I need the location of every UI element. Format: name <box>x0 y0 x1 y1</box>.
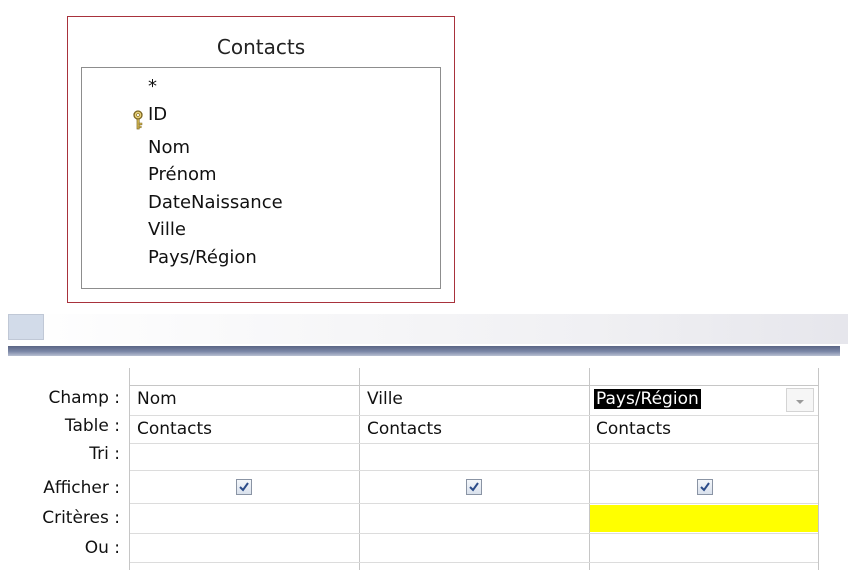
row-label-criteria: Critères : <box>42 508 120 528</box>
col3-show-checkbox[interactable] <box>697 479 713 495</box>
col3-field-dropdown-button[interactable] <box>786 388 814 412</box>
field-datenaissance[interactable]: DateNaissance <box>148 192 283 214</box>
grid-vline <box>129 368 130 570</box>
col3-table-cell[interactable]: Contacts <box>596 418 671 440</box>
field-ville[interactable]: Ville <box>148 219 186 241</box>
field-id[interactable]: ID <box>148 104 167 126</box>
grid-vline <box>818 368 819 570</box>
col1-field-cell[interactable]: Nom <box>137 388 177 410</box>
checkmark-icon <box>700 482 710 492</box>
grid-hline <box>130 385 818 386</box>
grid-vline <box>359 368 360 570</box>
grid-hline <box>130 503 818 504</box>
field-all-star[interactable]: * <box>148 76 157 98</box>
field-pays-region[interactable]: Pays/Région <box>148 247 257 269</box>
contacts-table-window[interactable]: Contacts * ID Nom Prénom DateNaissance V… <box>67 16 455 303</box>
grid-hline <box>130 415 818 416</box>
query-design-grid <box>0 356 848 570</box>
pane-select-button[interactable] <box>8 314 44 340</box>
row-label-sort: Tri : <box>89 444 120 464</box>
checkmark-icon <box>469 482 479 492</box>
col2-table-cell[interactable]: Contacts <box>367 418 442 440</box>
key-icon <box>133 110 143 130</box>
col3-field-cell[interactable]: Pays/Région <box>594 388 701 410</box>
col1-table-cell[interactable]: Contacts <box>137 418 212 440</box>
pane-splitter-bar[interactable] <box>8 346 840 356</box>
grid-hline <box>130 470 818 471</box>
pane-splitter-area <box>0 314 848 344</box>
col3-field-selected-text: Pays/Région <box>594 389 701 409</box>
field-prenom[interactable]: Prénom <box>148 164 217 186</box>
grid-column-selectors[interactable] <box>130 356 818 384</box>
col3-criteria-cell[interactable] <box>590 505 818 532</box>
row-label-show: Afficher : <box>43 478 120 498</box>
col2-field-cell[interactable]: Ville <box>367 388 403 410</box>
chevron-down-icon <box>796 400 804 404</box>
checkmark-icon <box>239 482 249 492</box>
row-label-table: Table : <box>64 416 120 436</box>
row-label-or: Ou : <box>84 538 120 558</box>
grid-hline <box>130 443 818 444</box>
row-label-field: Champ : <box>48 388 120 408</box>
field-list[interactable]: * ID Nom Prénom DateNaissance Ville Pays… <box>81 67 441 289</box>
grid-hline <box>130 533 818 534</box>
table-title[interactable]: Contacts <box>68 35 454 59</box>
col1-show-checkbox[interactable] <box>236 479 252 495</box>
field-nom[interactable]: Nom <box>148 137 190 159</box>
grid-hline <box>130 562 818 563</box>
col2-show-checkbox[interactable] <box>466 479 482 495</box>
grid-vline <box>589 368 590 570</box>
